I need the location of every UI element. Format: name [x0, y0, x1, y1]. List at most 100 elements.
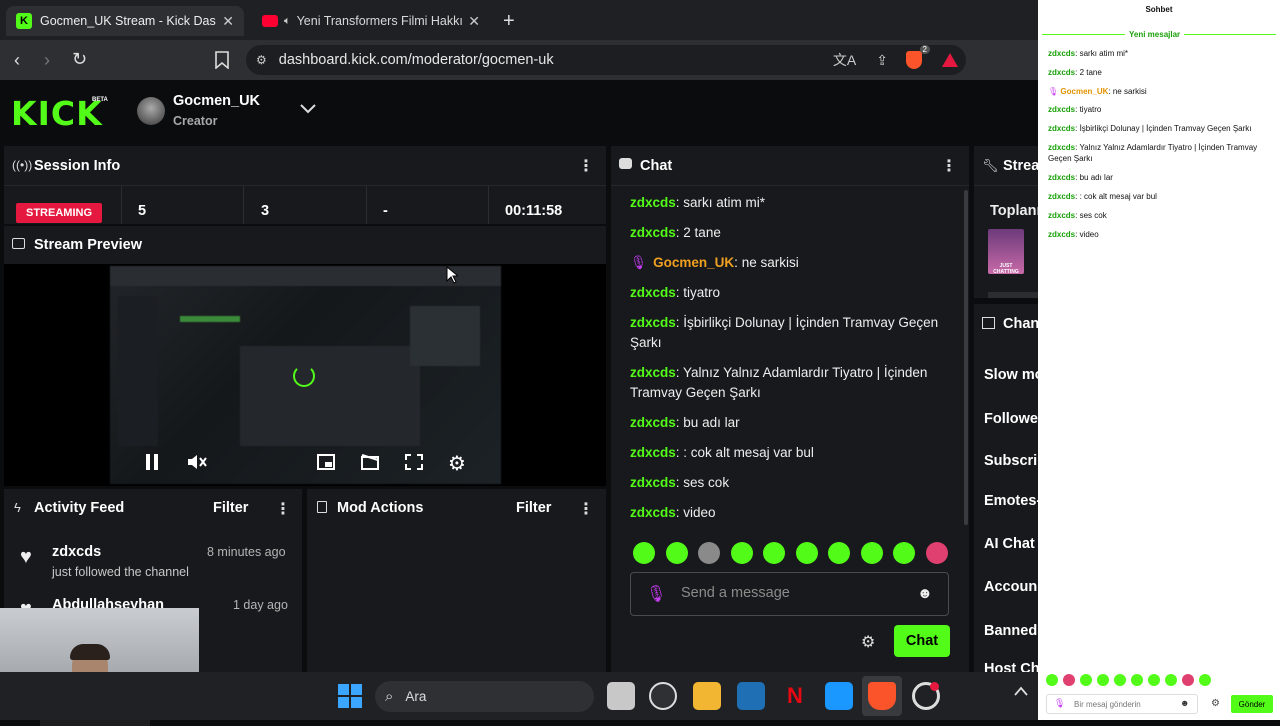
chat-settings-gear-icon[interactable]: ⚙: [861, 632, 875, 652]
chat-bubble-icon: [619, 158, 632, 169]
translate-icon[interactable]: 文A: [833, 50, 856, 70]
pip-icon[interactable]: [317, 454, 335, 470]
reload-icon[interactable]: ↻: [72, 49, 87, 70]
stream-title-field[interactable]: Toplanı: [990, 203, 1040, 219]
followers-mode-setting[interactable]: Followe: [984, 411, 1038, 427]
chat-username[interactable]: zdxcds: [630, 225, 676, 240]
chevron-down-icon[interactable]: [300, 104, 316, 114]
mod-filter-button[interactable]: Filter: [516, 500, 551, 516]
emote-icon[interactable]: [1097, 674, 1109, 686]
emote-icon[interactable]: [925, 542, 948, 564]
bookmark-icon[interactable]: [215, 51, 229, 69]
chat-text: video: [683, 505, 716, 520]
file-explorer-icon[interactable]: [693, 682, 721, 710]
chat-username[interactable]: zdxcds: [630, 365, 676, 380]
close-tab-icon[interactable]: ✕: [222, 13, 234, 30]
prime-video-icon[interactable]: [825, 682, 853, 710]
activity-filter-button[interactable]: Filter: [213, 500, 248, 516]
slow-mode-setting[interactable]: Slow mo: [984, 367, 1044, 383]
chat-username[interactable]: Gocmen_UK: [653, 255, 734, 270]
close-tab-icon[interactable]: ✕: [468, 13, 480, 30]
banned-words-setting[interactable]: Banned: [984, 623, 1037, 639]
sidebar-username: zdxcds: [1048, 143, 1076, 152]
ai-chat-setting[interactable]: AI Chat I: [984, 536, 1043, 552]
chat-text: tiyatro: [683, 285, 721, 300]
emote-icon[interactable]: [1148, 674, 1160, 686]
back-icon[interactable]: ‹: [14, 50, 20, 71]
chat-menu-icon[interactable]: ⋮: [941, 156, 957, 176]
emotes-mode-setting[interactable]: Emotes-: [984, 493, 1041, 509]
theater-mode-icon[interactable]: [361, 454, 379, 470]
emote-icon[interactable]: [730, 542, 753, 564]
chat-username[interactable]: zdxcds: [630, 195, 676, 210]
emote-icon[interactable]: [1046, 674, 1058, 686]
browser-tab-active[interactable]: K Gocmen_UK Stream - Kick Dashboard ✕: [6, 6, 244, 36]
browser-tab[interactable]: 🔈︎ Yeni Transformers Filmi Hakkında ✕: [252, 6, 490, 36]
mod-menu-icon[interactable]: ⋮: [578, 499, 594, 519]
brave-browser-icon[interactable]: [868, 682, 896, 710]
chat-scrollbar[interactable]: [964, 190, 968, 525]
sidebar-username: zdxcds: [1048, 105, 1076, 114]
account-setting[interactable]: Accoun: [984, 579, 1037, 595]
pause-icon[interactable]: [145, 453, 159, 471]
chat-username[interactable]: zdxcds: [630, 415, 676, 430]
url-field[interactable]: ⚙ dashboard.kick.com/moderator/gocmen-uk…: [246, 45, 966, 75]
netflix-icon[interactable]: N: [781, 682, 809, 710]
emote-icon[interactable]: [1131, 674, 1143, 686]
brave-rewards-icon[interactable]: [942, 53, 958, 67]
emote-icon[interactable]: [1199, 674, 1211, 686]
emote-icon[interactable]: [763, 542, 785, 564]
fullscreen-icon[interactable]: [405, 454, 423, 470]
emote-icon[interactable]: [893, 542, 915, 564]
chat-message: zdxcds: video: [630, 505, 716, 520]
disney-plus-icon[interactable]: [737, 682, 765, 710]
share-icon[interactable]: ⇪: [876, 52, 888, 69]
emote-icon[interactable]: [633, 542, 655, 564]
mute-icon[interactable]: [187, 453, 207, 471]
sidebar-username: zdxcds: [1048, 124, 1076, 133]
windows-start-icon[interactable]: [338, 684, 362, 708]
chatgpt-icon[interactable]: [649, 682, 677, 710]
kick-logo[interactable]: KICK: [11, 94, 103, 133]
category-thumbnail[interactable]: JUST CHATTING: [988, 229, 1024, 275]
emote-icon[interactable]: [1182, 674, 1194, 686]
activity-menu-icon[interactable]: ⋮: [275, 499, 291, 519]
chat-username[interactable]: zdxcds: [630, 505, 676, 520]
mic-icon[interactable]: 🎙︎: [1054, 698, 1065, 709]
chat-message: zdxcds: Yalnız Yalnız Adamlardır Tiyatro…: [630, 365, 928, 400]
subscribers-mode-setting[interactable]: Subscri: [984, 453, 1037, 469]
sidebar-send-button[interactable]: Gönder: [1231, 695, 1273, 713]
chat-message: zdxcds: bu adı lar: [630, 415, 740, 430]
mic-icon[interactable]: 🎙︎: [646, 584, 666, 604]
sidebar-settings-gear-icon[interactable]: ⚙: [1211, 698, 1220, 709]
emote-icon[interactable]: [828, 542, 850, 564]
send-chat-button[interactable]: Chat: [894, 625, 950, 657]
emote-icon[interactable]: [1114, 674, 1126, 686]
site-info-icon[interactable]: ⚙: [256, 53, 267, 67]
chat-username[interactable]: zdxcds: [630, 315, 676, 330]
chat-text: sarkı atim mi*: [683, 195, 766, 210]
emote-icon[interactable]: [665, 542, 688, 564]
emote-icon[interactable]: [1080, 674, 1092, 686]
chat-username[interactable]: zdxcds: [630, 475, 676, 490]
chat-username[interactable]: zdxcds: [630, 285, 676, 300]
session-menu-icon[interactable]: ⋮: [578, 156, 594, 176]
taskbar-search[interactable]: ⌕ Ara: [375, 681, 594, 712]
emote-icon[interactable]: [860, 542, 883, 564]
emoji-icon[interactable]: ☻: [917, 585, 933, 602]
emote-icon[interactable]: [1165, 674, 1177, 686]
forward-icon[interactable]: ›: [44, 50, 50, 71]
activity-user[interactable]: zdxcds: [52, 544, 101, 560]
chat-username[interactable]: zdxcds: [630, 445, 676, 460]
new-tab-icon[interactable]: +: [503, 10, 515, 33]
settings-gear-icon[interactable]: ⚙: [448, 451, 466, 476]
avatar[interactable]: [137, 97, 165, 125]
emote-icon[interactable]: [1063, 674, 1075, 686]
task-view-icon[interactable]: [607, 682, 635, 710]
chevron-up-icon[interactable]: [1014, 686, 1028, 696]
emote-icon[interactable]: [795, 542, 818, 564]
chat-message: zdxcds: sarkı atim mi*: [630, 195, 766, 210]
emoji-icon[interactable]: ☻: [1180, 698, 1189, 708]
brave-shield-icon[interactable]: 2: [906, 45, 930, 69]
emote-icon[interactable]: [698, 542, 720, 564]
